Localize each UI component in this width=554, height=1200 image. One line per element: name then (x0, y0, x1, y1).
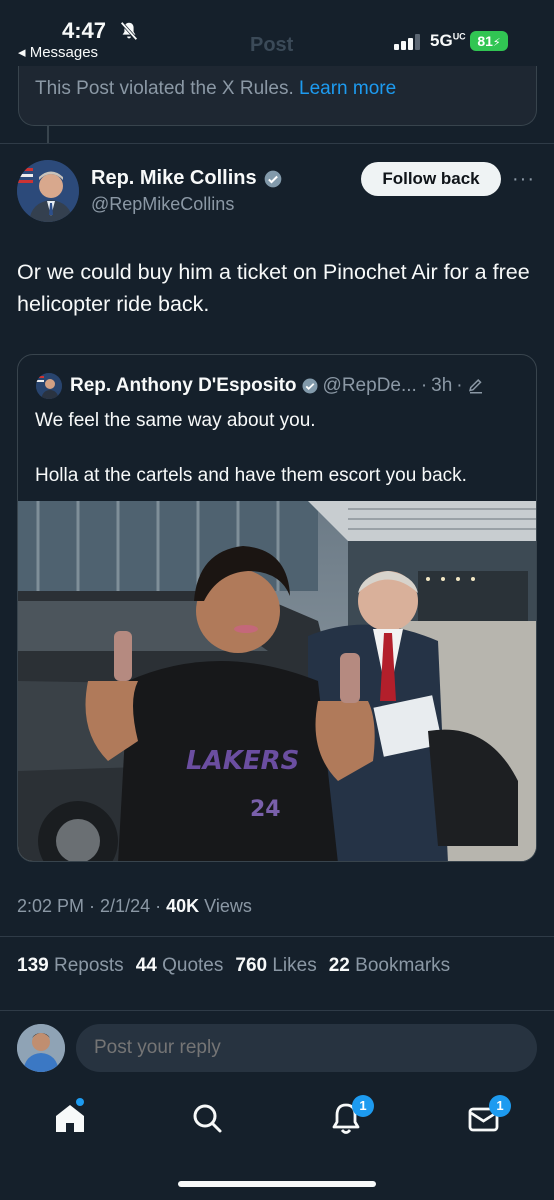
author-avatar[interactable] (17, 160, 79, 222)
status-time: 4:47 (62, 18, 107, 43)
author-name: Rep. Mike Collins (91, 167, 257, 189)
views-count: 40K (166, 896, 200, 916)
tab-home[interactable] (50, 1098, 90, 1138)
tab-search[interactable] (187, 1098, 227, 1138)
page-title: Post (250, 34, 294, 56)
reposts-stat[interactable]: 139 Reposts (17, 955, 124, 977)
reply-input[interactable] (76, 1024, 537, 1072)
violation-notice: This Post violated the X Rules. Learn mo… (18, 66, 537, 126)
verified-badge-icon (264, 170, 281, 187)
follow-back-button[interactable]: Follow back (361, 162, 501, 196)
home-indicator[interactable] (178, 1181, 376, 1187)
bell-off-icon (120, 21, 138, 41)
post-time: 2:02 PM (17, 896, 85, 916)
divider (0, 1010, 554, 1011)
notifications-badge: 1 (352, 1095, 374, 1117)
home-unread-dot (76, 1098, 84, 1106)
network-type: 5GUC (430, 31, 466, 50)
quoted-post[interactable]: Rep. Anthony D'Esposito @RepDe... · 3h ·… (17, 354, 537, 862)
quote-text-line: We feel the same way about you. (35, 410, 316, 431)
status-bar: 4:47 ◂ Messages Post 5GUC 81⚡ (0, 0, 554, 74)
tweet-text: Or we could buy him a ticket on Pinochet… (17, 260, 530, 316)
author-handle[interactable]: @RepMikeCollins (91, 194, 234, 215)
views-label: Views (204, 896, 252, 916)
messages-badge: 1 (489, 1095, 511, 1117)
post-date: 2/1/24 (100, 896, 151, 916)
verified-badge-icon (302, 378, 318, 394)
home-icon (56, 1105, 84, 1132)
more-options-icon[interactable]: ··· (512, 168, 535, 191)
jersey-text: LAKERS (186, 746, 299, 776)
battery-indicator: 81⚡ (470, 31, 508, 51)
divider (0, 936, 554, 937)
quote-author-avatar (36, 373, 62, 399)
learn-more-link[interactable]: Learn more (299, 78, 396, 99)
likes-stat[interactable]: 760 Likes (235, 955, 316, 977)
quote-text: We feel the same way about you. Holla at… (35, 407, 525, 490)
reply-user-avatar[interactable] (17, 1024, 65, 1072)
quote-author-name: Rep. Anthony D'Esposito (70, 375, 297, 396)
search-icon (193, 1104, 222, 1133)
violation-text: This Post violated the X Rules. (35, 78, 294, 99)
back-to-messages-link[interactable]: ◂ Messages (18, 43, 98, 61)
quote-author-handle: @RepDe... (322, 375, 417, 396)
author-name-row[interactable]: Rep. Mike Collins (91, 167, 283, 190)
post-meta: 2:02 PM · 2/1/24 · 40K Views (17, 896, 252, 916)
quote-photo[interactable]: LAKERS 24 (18, 501, 536, 861)
thread-connector (47, 126, 49, 144)
quotes-stat[interactable]: 44 Quotes (136, 955, 224, 977)
divider (0, 143, 554, 144)
signal-icon (394, 34, 420, 50)
quote-text-line: Holla at the cartels and have them escor… (35, 465, 467, 486)
engagement-stats: 139 Reposts 44 Quotes 760 Likes 22 Bookm… (17, 955, 450, 977)
bookmarks-stat[interactable]: 22 Bookmarks (329, 955, 450, 977)
tab-messages[interactable]: 1 (463, 1095, 511, 1138)
quote-age: 3h (431, 375, 453, 396)
edited-pencil-icon (468, 378, 482, 394)
tab-notifications[interactable]: 1 (326, 1095, 374, 1138)
quote-header: Rep. Anthony D'Esposito @RepDe... · 3h · (70, 375, 485, 397)
jersey-number: 24 (250, 797, 281, 822)
